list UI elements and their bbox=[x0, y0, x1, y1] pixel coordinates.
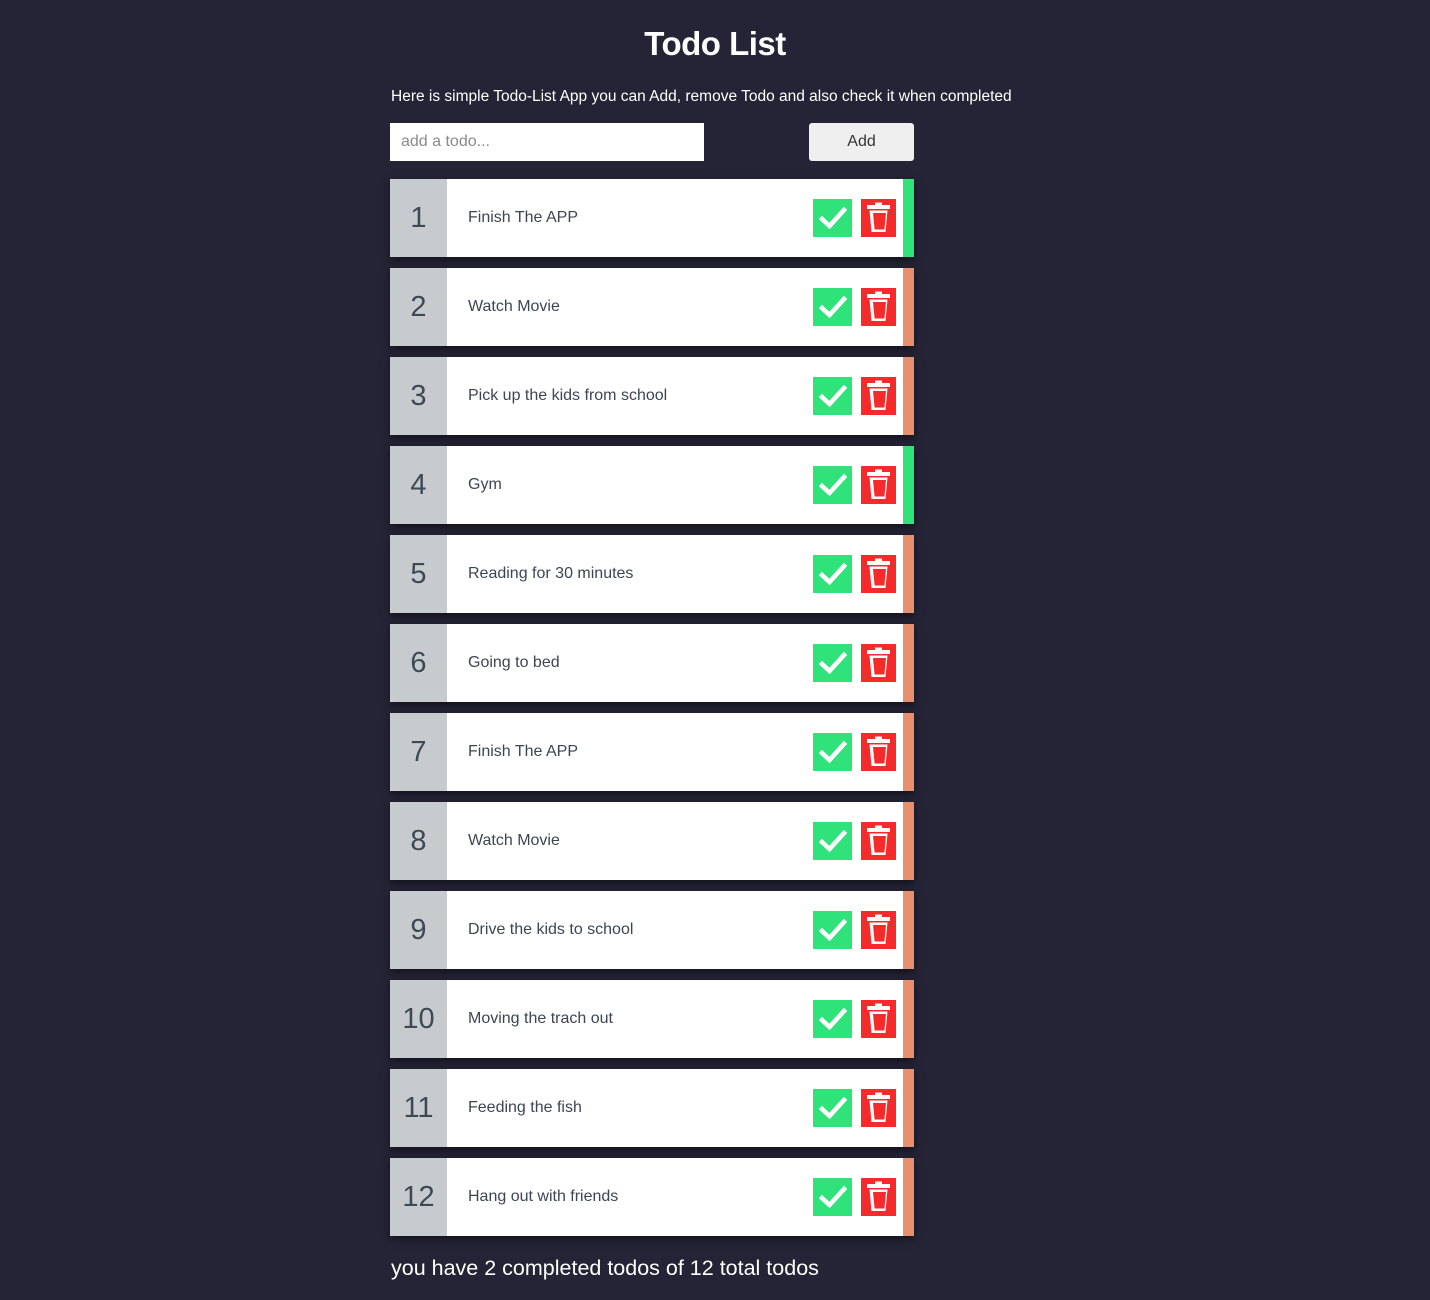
check-icon bbox=[818, 295, 847, 319]
todo-item: 5 Reading for 30 minutes bbox=[390, 535, 914, 613]
complete-button[interactable] bbox=[813, 1000, 852, 1038]
todo-list: 1 Finish The APP 2 Watch Movie 3 Pick up the … bbox=[390, 179, 914, 1247]
delete-button[interactable] bbox=[861, 822, 896, 860]
todo-number: 3 bbox=[390, 357, 447, 435]
trash-icon bbox=[865, 825, 892, 857]
complete-button[interactable] bbox=[813, 555, 852, 593]
check-icon bbox=[818, 206, 847, 230]
complete-button[interactable] bbox=[813, 288, 852, 326]
todo-number: 1 bbox=[390, 179, 447, 257]
todo-item: 8 Watch Movie bbox=[390, 802, 914, 880]
check-icon bbox=[818, 829, 847, 853]
status-indicator bbox=[903, 357, 914, 435]
delete-button[interactable] bbox=[861, 466, 896, 504]
todo-item: 2 Watch Movie bbox=[390, 268, 914, 346]
check-icon bbox=[818, 651, 847, 675]
status-indicator bbox=[903, 535, 914, 613]
todo-item: 10 Moving the trach out bbox=[390, 980, 914, 1058]
delete-button[interactable] bbox=[861, 1000, 896, 1038]
trash-icon bbox=[865, 736, 892, 768]
todo-number: 9 bbox=[390, 891, 447, 969]
status-indicator bbox=[903, 1069, 914, 1147]
check-icon bbox=[818, 1185, 847, 1209]
check-icon bbox=[818, 384, 847, 408]
trash-icon bbox=[865, 1092, 892, 1124]
status-indicator bbox=[903, 268, 914, 346]
status-indicator bbox=[903, 446, 914, 524]
trash-icon bbox=[865, 1003, 892, 1035]
trash-icon bbox=[865, 291, 892, 323]
check-icon bbox=[818, 1007, 847, 1031]
check-icon bbox=[818, 1096, 847, 1120]
trash-icon bbox=[865, 647, 892, 679]
status-indicator bbox=[903, 802, 914, 880]
todo-item: 7 Finish The APP bbox=[390, 713, 914, 791]
complete-button[interactable] bbox=[813, 644, 852, 682]
todo-number: 7 bbox=[390, 713, 447, 791]
todo-number: 4 bbox=[390, 446, 447, 524]
complete-button[interactable] bbox=[813, 466, 852, 504]
todo-summary: you have 2 completed todos of 12 total t… bbox=[391, 1256, 819, 1280]
trash-icon bbox=[865, 558, 892, 590]
check-icon bbox=[818, 562, 847, 586]
complete-button[interactable] bbox=[813, 822, 852, 860]
delete-button[interactable] bbox=[861, 199, 896, 237]
check-icon bbox=[818, 740, 847, 764]
todo-item: 6 Going to bed bbox=[390, 624, 914, 702]
add-button[interactable]: Add bbox=[809, 123, 914, 161]
delete-button[interactable] bbox=[861, 377, 896, 415]
complete-button[interactable] bbox=[813, 1178, 852, 1216]
todo-number: 10 bbox=[390, 980, 447, 1058]
complete-button[interactable] bbox=[813, 733, 852, 771]
trash-icon bbox=[865, 914, 892, 946]
todo-number: 11 bbox=[390, 1069, 447, 1147]
todo-number: 12 bbox=[390, 1158, 447, 1236]
status-indicator bbox=[903, 179, 914, 257]
todo-item: 11 Feeding the fish bbox=[390, 1069, 914, 1147]
status-indicator bbox=[903, 713, 914, 791]
delete-button[interactable] bbox=[861, 1089, 896, 1127]
complete-button[interactable] bbox=[813, 377, 852, 415]
page-title: Todo List bbox=[644, 25, 786, 62]
status-indicator bbox=[903, 624, 914, 702]
todo-item: 1 Finish The APP bbox=[390, 179, 914, 257]
todo-item: 12 Hang out with friends bbox=[390, 1158, 914, 1236]
check-icon bbox=[818, 473, 847, 497]
todo-input[interactable] bbox=[390, 123, 704, 161]
status-indicator bbox=[903, 980, 914, 1058]
todo-item: 4 Gym bbox=[390, 446, 914, 524]
delete-button[interactable] bbox=[861, 555, 896, 593]
trash-icon bbox=[865, 202, 892, 234]
complete-button[interactable] bbox=[813, 1089, 852, 1127]
delete-button[interactable] bbox=[861, 1178, 896, 1216]
complete-button[interactable] bbox=[813, 199, 852, 237]
trash-icon bbox=[865, 380, 892, 412]
status-indicator bbox=[903, 891, 914, 969]
todo-item: 9 Drive the kids to school bbox=[390, 891, 914, 969]
complete-button[interactable] bbox=[813, 911, 852, 949]
status-indicator bbox=[903, 1158, 914, 1236]
check-icon bbox=[818, 918, 847, 942]
trash-icon bbox=[865, 469, 892, 501]
todo-number: 5 bbox=[390, 535, 447, 613]
todo-number: 6 bbox=[390, 624, 447, 702]
trash-icon bbox=[865, 1181, 892, 1213]
todo-number: 2 bbox=[390, 268, 447, 346]
delete-button[interactable] bbox=[861, 644, 896, 682]
delete-button[interactable] bbox=[861, 911, 896, 949]
todo-item: 3 Pick up the kids from school bbox=[390, 357, 914, 435]
delete-button[interactable] bbox=[861, 288, 896, 326]
page-subtitle: Here is simple Todo-List App you can Add… bbox=[391, 88, 1012, 105]
todo-number: 8 bbox=[390, 802, 447, 880]
delete-button[interactable] bbox=[861, 733, 896, 771]
